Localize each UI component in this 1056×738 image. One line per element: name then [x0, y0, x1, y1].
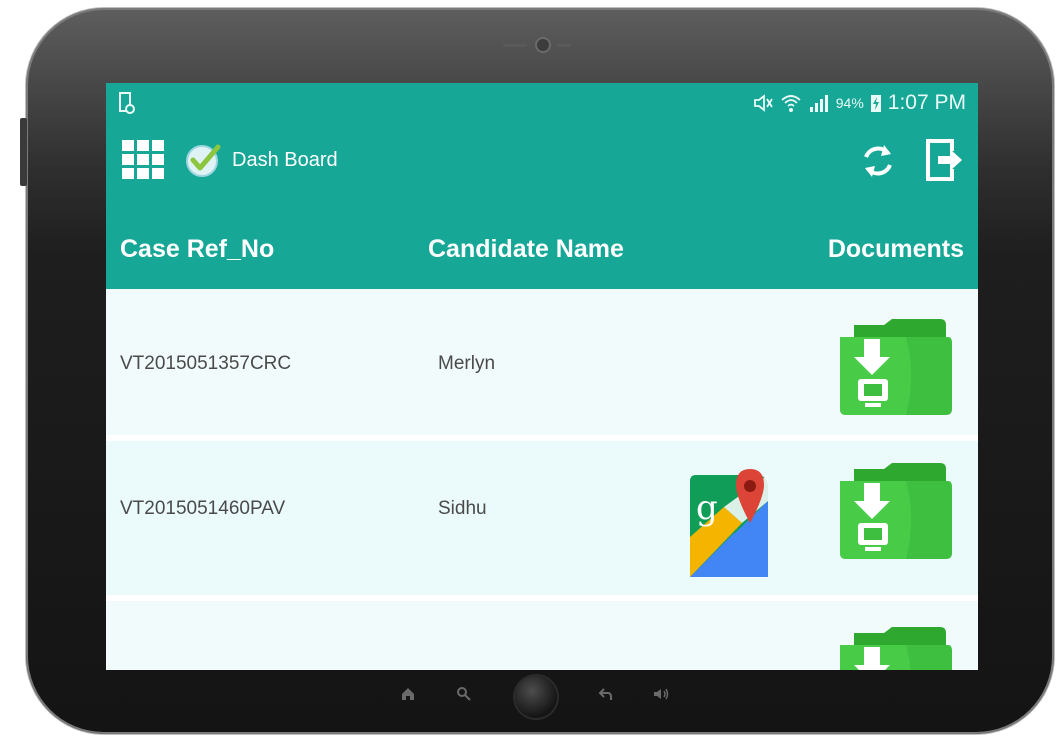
- app-screen: 94% 1:07 PM Dash Board Case Ref_No Candi…: [106, 83, 978, 670]
- table-row[interactable]: VT2015051357CRC Merlyn: [106, 289, 978, 441]
- table-row[interactable]: [106, 601, 978, 670]
- signal-icon: [809, 95, 828, 112]
- volume-soft-icon[interactable]: [652, 686, 670, 702]
- sensor-slot: [503, 44, 527, 47]
- clock: 1:07 PM: [887, 91, 966, 114]
- front-camera: [537, 39, 549, 51]
- home-button[interactable]: [515, 676, 557, 718]
- column-header-case-ref: Case Ref_No: [120, 235, 275, 263]
- check-badge-icon: [186, 144, 221, 177]
- table-header: Case Ref_No Candidate Name Documents: [106, 203, 978, 289]
- home-soft-icon[interactable]: [400, 686, 416, 702]
- download-document-icon[interactable]: [836, 461, 952, 561]
- search-soft-icon[interactable]: [456, 686, 472, 702]
- logout-icon[interactable]: [924, 137, 964, 183]
- google-maps-icon[interactable]: g: [684, 467, 774, 581]
- app-toolbar: Dash Board: [106, 123, 978, 203]
- case-ref-cell: VT2015051460PAV: [120, 498, 286, 519]
- page-title: Dash Board: [232, 149, 338, 171]
- column-header-candidate-name: Candidate Name: [428, 235, 624, 263]
- refresh-icon[interactable]: [858, 139, 898, 183]
- back-soft-icon[interactable]: [598, 686, 614, 702]
- grid-menu-icon[interactable]: [122, 138, 166, 182]
- battery-percent: 94%: [835, 95, 864, 111]
- mute-icon: [753, 94, 773, 112]
- column-header-documents: Documents: [827, 235, 964, 263]
- candidate-name-cell: Merlyn: [438, 353, 496, 374]
- tablet-side-button: [20, 118, 27, 186]
- screenshot-notification-icon: [119, 92, 135, 114]
- table-row[interactable]: VT2015051460PAV Sidhu g: [106, 441, 978, 601]
- download-document-icon[interactable]: [836, 317, 952, 417]
- battery-charging-icon: [870, 95, 881, 112]
- wifi-icon: [781, 95, 801, 112]
- status-bar: 94% 1:07 PM: [106, 83, 978, 123]
- candidate-name-cell: Sidhu: [438, 498, 487, 519]
- status-indicators: 94% 1:07 PM: [752, 91, 966, 115]
- svg-text:g: g: [696, 488, 718, 528]
- sensor-slot: [557, 44, 571, 47]
- case-ref-cell: VT2015051357CRC: [120, 353, 292, 374]
- download-document-icon[interactable]: [836, 625, 952, 670]
